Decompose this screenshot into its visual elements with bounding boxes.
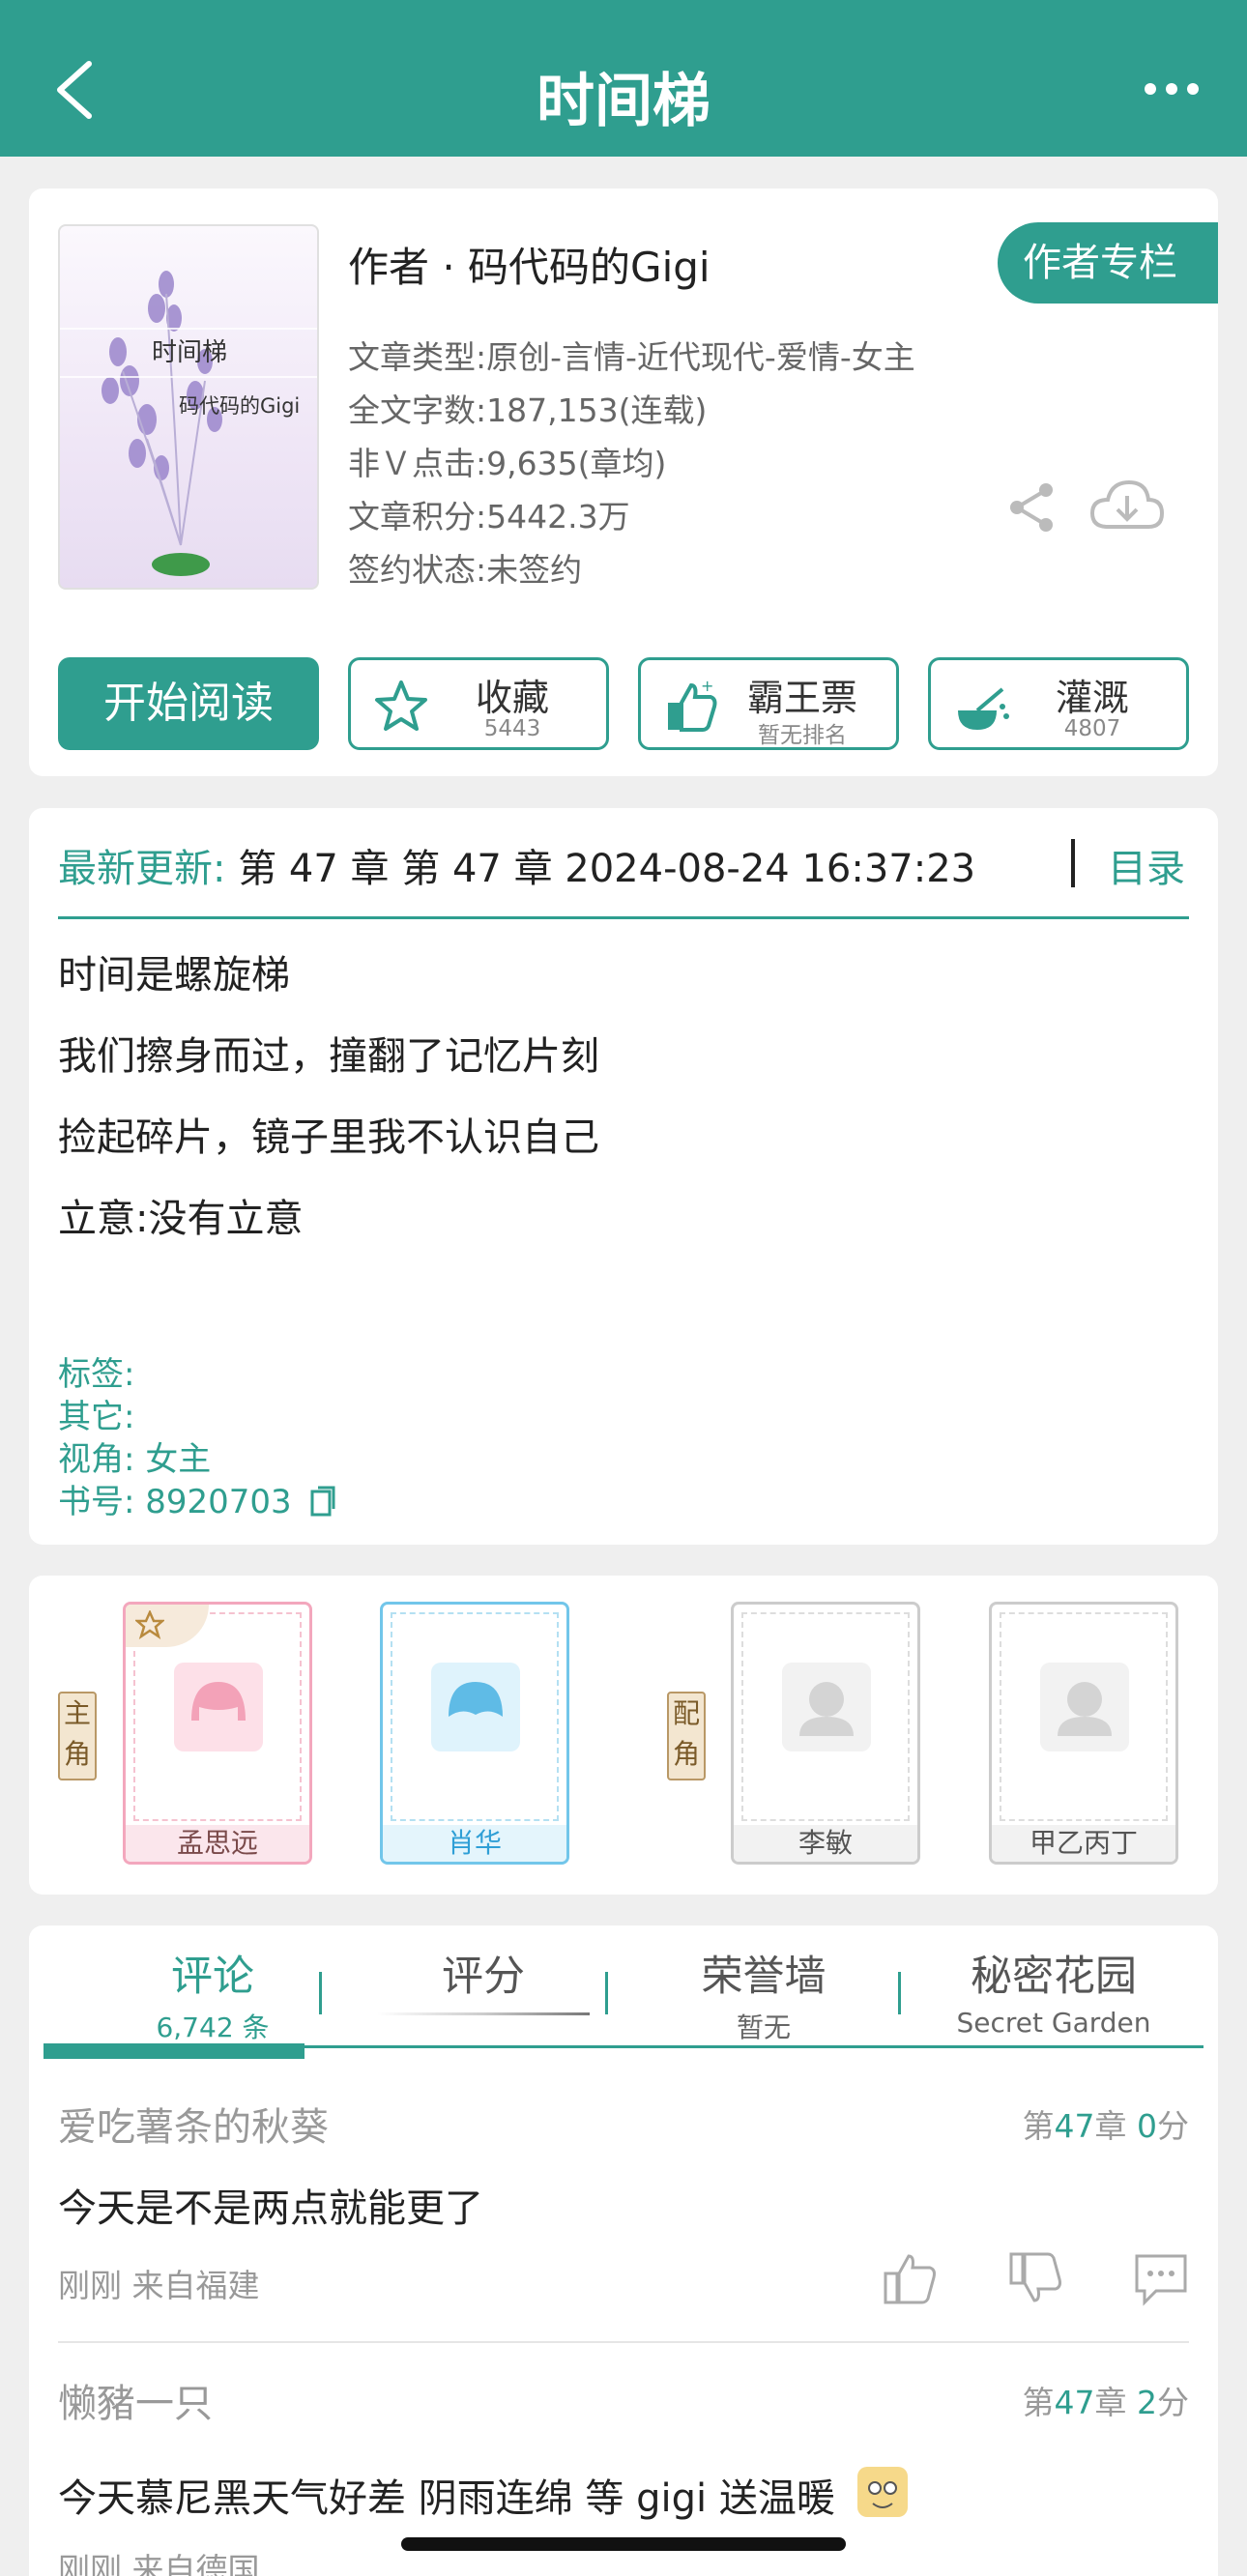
- toc-link[interactable]: 目录: [1108, 837, 1185, 893]
- divider-line: [58, 916, 1189, 919]
- intro-line: 立意:没有立意: [58, 1197, 304, 1241]
- comment-user[interactable]: 懒豬一只: [58, 2372, 213, 2428]
- like-icon[interactable]: [882, 2250, 942, 2306]
- comment-time: 刚刚 来自德国: [58, 2551, 260, 2576]
- tab-label: 荣誉墙: [701, 1953, 826, 2001]
- author-column-button[interactable]: 作者专栏: [998, 222, 1218, 304]
- bawang-ticket-button[interactable]: + 霸王票 暂无排名: [638, 657, 899, 750]
- home-indicator: [401, 2537, 846, 2551]
- book-cover[interactable]: 时间梯 码代码的Gigi: [58, 224, 319, 590]
- emoji-sticker-icon: [856, 2467, 908, 2517]
- role-card-main[interactable]: 肖华: [380, 1602, 569, 1865]
- star-icon: [375, 680, 427, 731]
- comment-text: 今天慕尼黑天气好差 阴雨连绵 等 gigi 送温暖: [58, 2463, 912, 2523]
- info-score: 文章积分:5442.3万: [348, 498, 630, 535]
- book-info-card: 时间梯 码代码的Gigi 作者 · 码代码的Gigi 作者专栏 文章类型:原创-…: [29, 188, 1218, 776]
- dislike-icon[interactable]: [1007, 2250, 1067, 2306]
- latest-update-value: 第 47 章 第 47 章 2024-08-24 16:37:23: [238, 847, 976, 891]
- tab-label: 评分: [442, 1953, 525, 2001]
- tab-divider: [605, 1972, 608, 2014]
- collect-button[interactable]: 收藏 5443: [348, 657, 609, 750]
- reply-icon[interactable]: [1131, 2250, 1191, 2306]
- tab-active-indicator: [44, 2043, 304, 2059]
- divider: [1071, 839, 1075, 887]
- intro-line: 我们擦身而过，撞翻了记忆片刻: [58, 1034, 599, 1079]
- cover-title: 时间梯: [152, 338, 228, 367]
- start-reading-button[interactable]: 开始阅读: [58, 657, 319, 750]
- book-number: 书号: 8920703: [58, 1483, 292, 1521]
- tab-label: 评论: [171, 1953, 254, 2001]
- tab-label: 秘密花园: [971, 1953, 1137, 2001]
- share-icon[interactable]: [1003, 478, 1061, 536]
- role-card-support[interactable]: 甲乙丙丁: [989, 1602, 1178, 1865]
- meta-view: 视角: 女主: [58, 1440, 212, 1479]
- comment-chapter-score: 第47章 0分: [1022, 2107, 1190, 2145]
- support-role-tag: 配角: [667, 1692, 706, 1780]
- meta-other: 其它:: [58, 1398, 135, 1436]
- info-sign-status: 签约状态:未签约: [348, 551, 583, 589]
- copy-icon[interactable]: [310, 1486, 335, 1517]
- comment-divider: [58, 2341, 1189, 2343]
- tab-secret-garden[interactable]: 秘密花园 Secret Garden: [909, 1943, 1199, 2039]
- avatar: [1040, 1663, 1129, 1751]
- collect-count: 5443: [483, 716, 541, 741]
- comment-chapter-score: 第47章 2分: [1022, 2384, 1190, 2421]
- comment-time: 刚刚 来自福建: [58, 2267, 260, 2304]
- role-name: 李敏: [734, 1825, 917, 1862]
- role-card-main[interactable]: 孟思远: [123, 1602, 312, 1865]
- thumbs-up-plus-icon: +: [668, 678, 717, 732]
- water-button[interactable]: 灌溉 4807: [928, 657, 1189, 750]
- roles-card: 主角 孟思远 肖华 配角 李敏 甲乙丙丁: [29, 1576, 1218, 1895]
- tab-comments[interactable]: 评论 6,742 条: [97, 1943, 329, 2045]
- role-name: 甲乙丙丁: [992, 1825, 1175, 1862]
- water-count: 4807: [1063, 716, 1121, 741]
- star-icon: [135, 1610, 164, 1639]
- comment-user[interactable]: 爱吃薯条的秋葵: [58, 2096, 329, 2152]
- avatar: [174, 1663, 263, 1751]
- meta-book-no: 书号: 8920703: [58, 1475, 335, 1522]
- download-icon[interactable]: [1088, 477, 1166, 538]
- info-clicks: 非Ｖ点击:9,635(章均): [348, 445, 667, 482]
- comments-card: 评论 6,742 条 评分 荣誉墙 暂无 秘密花园 Secret Garden …: [29, 1925, 1218, 2576]
- tab-divider: [898, 1972, 901, 2014]
- role-card-support[interactable]: 李敏: [731, 1602, 920, 1865]
- avatar: [782, 1663, 871, 1751]
- comment-text: 今天是不是两点就能更了: [58, 2186, 483, 2231]
- avatar: [431, 1663, 520, 1751]
- water-label: 灌溉: [1055, 677, 1129, 719]
- watering-icon: [958, 687, 1009, 730]
- latest-update[interactable]: 最新更新: 第 47 章 第 47 章 2024-08-24 16:37:23: [58, 837, 975, 893]
- latest-update-key: 最新更新:: [58, 847, 226, 891]
- role-name: 肖华: [383, 1825, 566, 1862]
- author-name[interactable]: 作者 · 码代码的Gigi: [348, 235, 710, 294]
- intro-line: 时间是螺旋梯: [58, 953, 290, 998]
- tab-sub: Secret Garden: [956, 2007, 1151, 2039]
- info-wordcount: 全文字数:187,153(连载): [348, 391, 708, 429]
- page-title: 时间梯: [536, 68, 710, 135]
- tab-honor-wall[interactable]: 荣誉墙 暂无: [628, 1943, 899, 2045]
- collect-label: 收藏: [475, 677, 549, 719]
- more-icon[interactable]: [1143, 79, 1201, 99]
- role-name: 孟思远: [126, 1825, 309, 1862]
- main-role-tag: 主角: [58, 1692, 97, 1780]
- cover-author: 码代码的Gigi: [179, 394, 301, 418]
- intro-card: 最新更新: 第 47 章 第 47 章 2024-08-24 16:37:23 …: [29, 808, 1218, 1545]
- tab-divider: [319, 1972, 322, 2014]
- tab-sub: 6,742 条: [156, 2012, 270, 2043]
- svg-text:+: +: [701, 678, 713, 695]
- ticket-label: 霸王票: [746, 677, 857, 719]
- ticket-rank: 暂无排名: [758, 723, 847, 748]
- tab-rating[interactable]: 评分: [348, 1943, 619, 2015]
- intro-line: 捡起碎片，镜子里我不认识自己: [58, 1115, 599, 1160]
- info-type: 文章类型:原创-言情-近代现代-爱情-女主: [348, 338, 915, 376]
- meta-tags: 标签:: [58, 1355, 135, 1394]
- tab-sub: 暂无: [736, 2012, 791, 2043]
- top-bar: 时间梯: [0, 0, 1247, 157]
